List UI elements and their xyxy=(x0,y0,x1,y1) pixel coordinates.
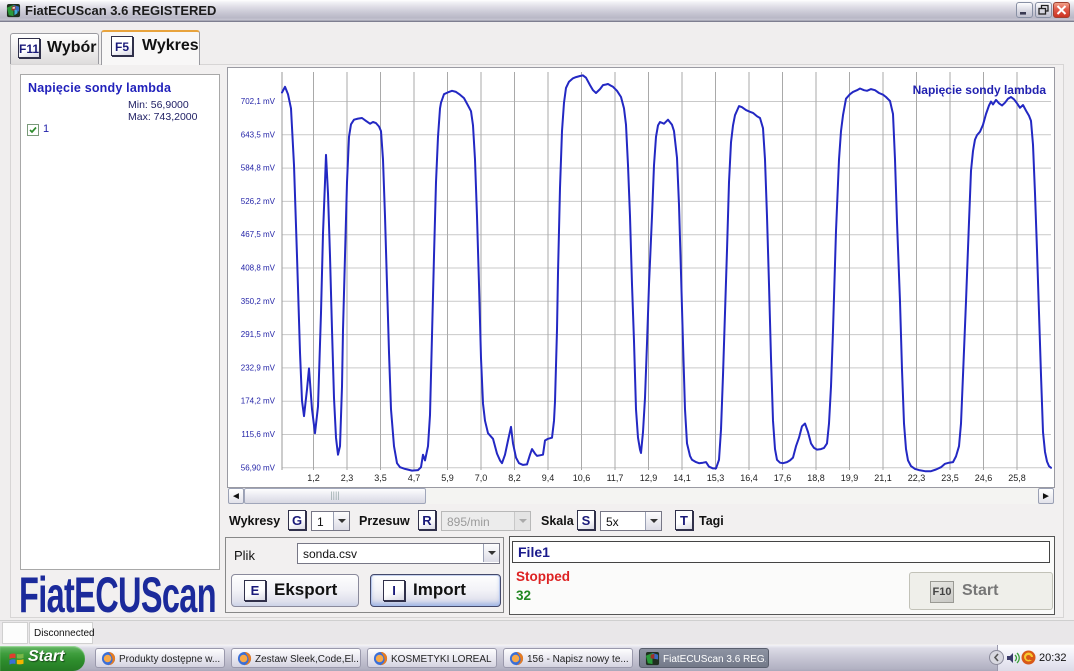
svg-text:643,5 mV: 643,5 mV xyxy=(241,130,276,139)
svg-text:350,2 mV: 350,2 mV xyxy=(241,297,276,306)
svg-text:23,5: 23,5 xyxy=(941,473,959,483)
svg-text:12,9: 12,9 xyxy=(640,473,658,483)
svg-text:21,1: 21,1 xyxy=(874,473,892,483)
svg-text:56,90 mV: 56,90 mV xyxy=(241,463,276,472)
svg-text:18,8: 18,8 xyxy=(807,473,825,483)
svg-text:24,6: 24,6 xyxy=(975,473,993,483)
svg-text:16,4: 16,4 xyxy=(740,473,758,483)
svg-text:19,9: 19,9 xyxy=(841,473,859,483)
svg-text:14,1: 14,1 xyxy=(673,473,691,483)
svg-text:584,8 mV: 584,8 mV xyxy=(241,164,276,173)
svg-text:526,2 mV: 526,2 mV xyxy=(241,197,276,206)
svg-text:4,7: 4,7 xyxy=(408,473,421,483)
svg-text:408,8 mV: 408,8 mV xyxy=(241,264,276,273)
svg-text:115,6 mV: 115,6 mV xyxy=(241,430,275,439)
svg-text:5,9: 5,9 xyxy=(441,473,454,483)
svg-text:11,7: 11,7 xyxy=(607,473,624,483)
svg-text:22,3: 22,3 xyxy=(908,473,926,483)
svg-text:2,3: 2,3 xyxy=(341,473,354,483)
svg-text:291,5 mV: 291,5 mV xyxy=(241,330,276,339)
svg-text:10,6: 10,6 xyxy=(573,473,591,483)
svg-text:17,6: 17,6 xyxy=(774,473,792,483)
svg-text:15,3: 15,3 xyxy=(707,473,725,483)
svg-text:467,5 mV: 467,5 mV xyxy=(241,230,276,239)
svg-text:1,2: 1,2 xyxy=(307,473,320,483)
svg-text:174,2 mV: 174,2 mV xyxy=(241,397,276,406)
svg-text:8,2: 8,2 xyxy=(508,473,521,483)
svg-text:3,5: 3,5 xyxy=(374,473,387,483)
svg-text:Napięcie sondy lambda: Napięcie sondy lambda xyxy=(913,83,1047,97)
svg-text:702,1 mV: 702,1 mV xyxy=(241,97,276,106)
svg-text:7,0: 7,0 xyxy=(475,473,488,483)
svg-text:9,4: 9,4 xyxy=(542,473,555,483)
svg-text:25,8: 25,8 xyxy=(1008,473,1026,483)
svg-text:232,9 mV: 232,9 mV xyxy=(241,363,276,372)
